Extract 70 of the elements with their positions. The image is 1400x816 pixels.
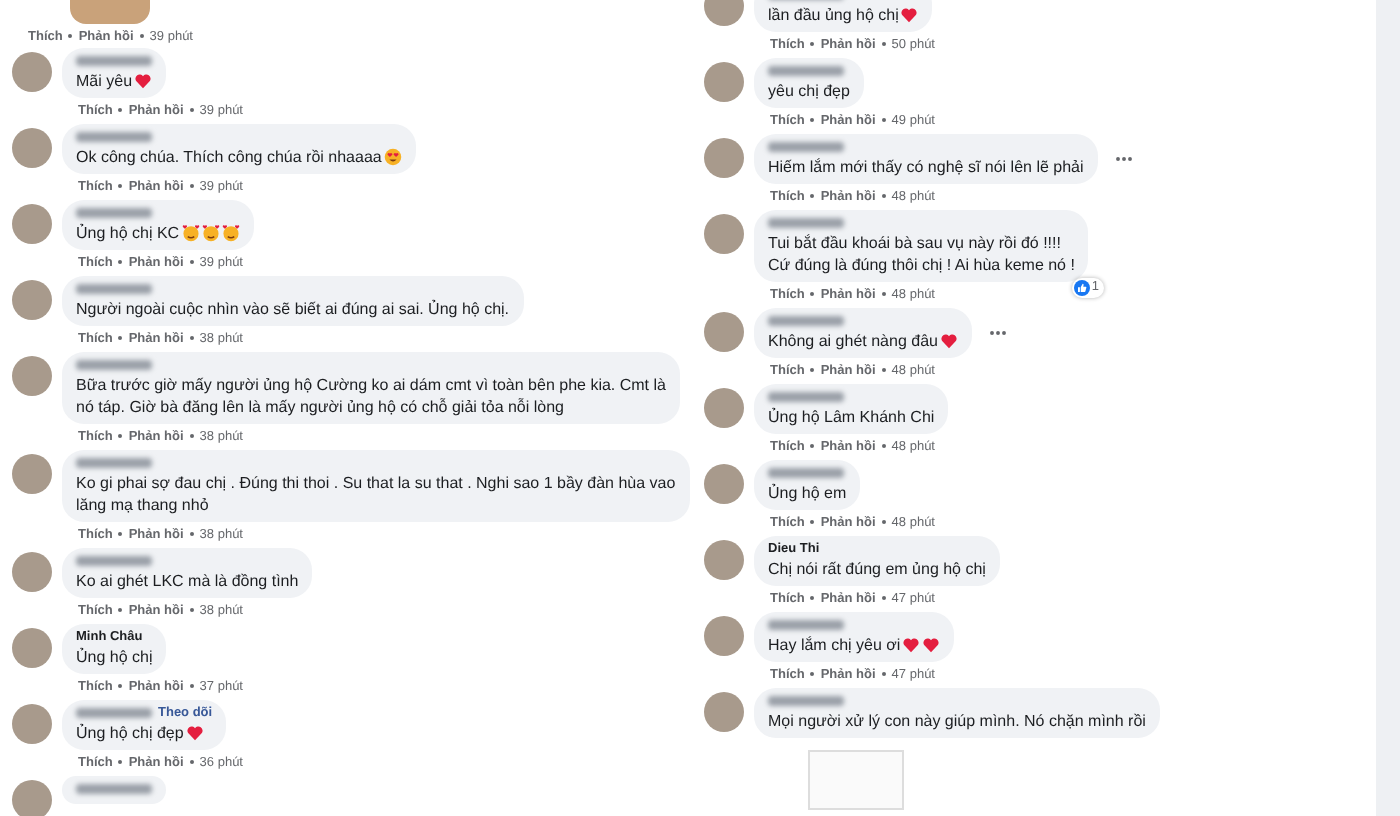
comment-text: Người ngoài cuộc nhìn vào sẽ biết ai đúng ai sai. Ủng hộ chị. bbox=[76, 298, 510, 320]
comment-text: Bữa trước giờ mấy người ủng hộ Cường ko ai dám cmt vì toàn bên phe kia. Cmt là bbox=[76, 374, 666, 396]
avatar bbox=[12, 454, 52, 494]
more-options-icon[interactable] bbox=[987, 330, 1008, 336]
avatar bbox=[704, 692, 744, 732]
comment-text: lần đầu ủng hộ chị bbox=[768, 4, 899, 26]
comment-text: Ok công chúa. Thích công chúa rồi nhaaaa bbox=[76, 146, 382, 168]
heart-icon bbox=[939, 332, 958, 350]
comment-text: Tui bắt đầu khoái bà sau vụ này rồi đó !!!! bbox=[768, 232, 1061, 254]
avatar bbox=[12, 356, 52, 396]
avatar bbox=[704, 312, 744, 352]
blurred-name bbox=[76, 207, 152, 218]
heart-icon bbox=[900, 6, 919, 24]
avatar bbox=[12, 52, 52, 92]
blurred-name bbox=[76, 457, 152, 468]
blurred-name bbox=[76, 55, 152, 66]
avatar bbox=[704, 62, 744, 102]
avatar bbox=[704, 214, 744, 254]
comment-text: lăng mạ thang nhỏ bbox=[76, 494, 209, 516]
avatar bbox=[704, 540, 744, 580]
avatar bbox=[12, 780, 52, 816]
blurred-name bbox=[76, 783, 152, 794]
comment-text: Chị nói rất đúng em ủng hộ chị bbox=[768, 558, 986, 580]
comment-text: Ủng hộ chị đẹp bbox=[76, 722, 184, 744]
smiling-hearts-emoji-icon bbox=[221, 224, 240, 242]
comment-text: Cứ đúng là đúng thôi chị ! Ai hùa keme nó ! bbox=[768, 254, 1075, 276]
smiling-hearts-emoji-icon bbox=[201, 224, 220, 242]
comment-text: Hay lắm chị yêu ơi bbox=[768, 634, 901, 656]
blurred-name bbox=[768, 695, 844, 706]
comment-text: Hiếm lắm mới thấy có nghệ sĩ nói lên lẽ phải bbox=[768, 156, 1084, 178]
avatar bbox=[704, 464, 744, 504]
blurred-name bbox=[768, 467, 844, 478]
blurred-name bbox=[768, 65, 844, 76]
avatar bbox=[12, 128, 52, 168]
comment-text: Ủng hộ chị KC bbox=[76, 222, 180, 244]
blurred-name bbox=[76, 707, 152, 718]
comment-text: Mãi yêu bbox=[76, 70, 133, 92]
comment-text: yêu chị đẹp bbox=[768, 80, 850, 102]
blurred-name bbox=[768, 217, 844, 228]
blurred-name bbox=[768, 619, 844, 630]
avatar bbox=[12, 552, 52, 592]
avatar bbox=[12, 204, 52, 244]
comment-text: Ủng hộ em bbox=[768, 482, 847, 504]
sticker-image bbox=[70, 0, 150, 24]
blurred-name bbox=[76, 359, 152, 370]
blurred-name bbox=[768, 141, 844, 152]
more-options-icon[interactable] bbox=[1113, 156, 1134, 162]
comment-text: Ko ai ghét LKC mà là đồng tình bbox=[76, 570, 299, 592]
avatar bbox=[704, 138, 744, 178]
comment-text: Mọi người xử lý con này giúp mình. Nó chặn mình rồi bbox=[768, 710, 1146, 732]
heart-icon bbox=[134, 72, 153, 90]
avatar bbox=[12, 628, 52, 668]
screenshot-thumbnail[interactable] bbox=[808, 750, 904, 810]
comment-text: Ủng hộ chị bbox=[76, 646, 153, 668]
blurred-name bbox=[768, 315, 844, 326]
comment-text: Ủng hộ Lâm Khánh Chi bbox=[768, 406, 935, 428]
blurred-name bbox=[768, 391, 844, 402]
heart-eyes-emoji-icon bbox=[383, 148, 402, 166]
comment-text: Ko gi phai sợ đau chị . Đúng thi thoi . Su that la su that . Nghi sao 1 bầy đàn hùa vao bbox=[76, 472, 676, 494]
blurred-name bbox=[76, 283, 152, 294]
comment-text: nó táp. Giờ bà đăng lên là mấy người ủng hộ có chỗ giải tỏa nỗi lòng bbox=[76, 396, 565, 418]
avatar bbox=[704, 388, 744, 428]
comment-text: Không ai ghét nàng đâu bbox=[768, 330, 938, 352]
blurred-name bbox=[76, 131, 152, 142]
avatar bbox=[12, 704, 52, 744]
blurred-name bbox=[76, 555, 152, 566]
smiling-hearts-emoji-icon bbox=[181, 224, 200, 242]
avatar bbox=[704, 616, 744, 656]
heart-icon bbox=[185, 724, 204, 742]
avatar bbox=[12, 280, 52, 320]
